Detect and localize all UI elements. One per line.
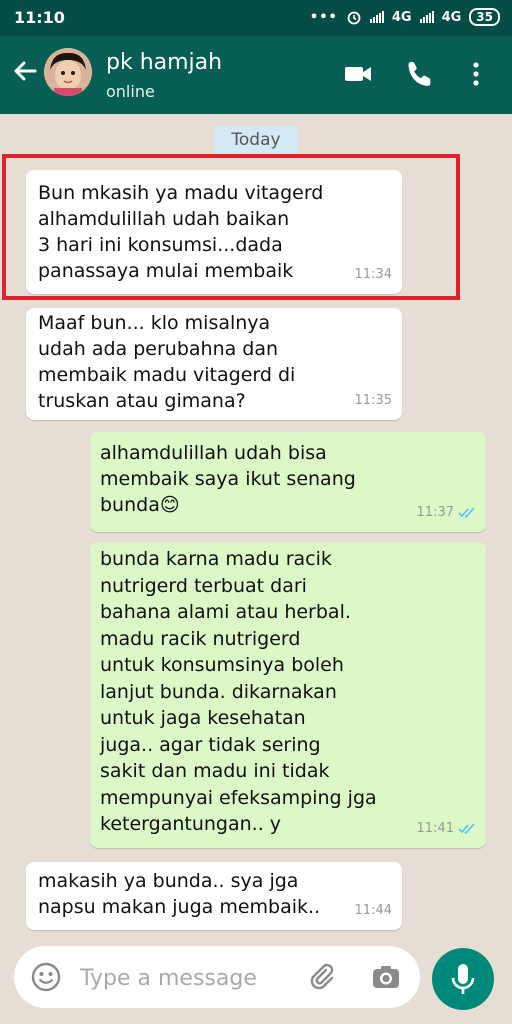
message-text: bunda karna madu racik nutrigerd terbuat…	[100, 548, 377, 835]
mic-icon	[451, 964, 475, 994]
message-text: Maaf bun... klo misalnya udah ada peruba…	[38, 312, 296, 412]
status-bar: 11:10 ••• 4G 4G 35	[0, 0, 512, 36]
attach-icon[interactable]	[306, 961, 338, 993]
status-indicators: ••• 4G 4G 35	[310, 8, 500, 26]
message-text: Bun mkasih ya madu vitagerd alhamdulilla…	[38, 182, 324, 282]
contact-status: online	[106, 82, 155, 101]
message-meta: 11:44	[355, 898, 392, 924]
mic-button[interactable]	[432, 948, 494, 1010]
notification-dots-icon: •••	[309, 9, 338, 25]
signal-icon	[369, 11, 384, 23]
message-time: 11:37	[416, 505, 454, 520]
back-arrow-icon[interactable]	[10, 56, 40, 86]
message-time: 11:44	[354, 903, 392, 918]
date-divider: Today	[214, 126, 298, 154]
more-vert-icon[interactable]	[460, 58, 492, 90]
avatar[interactable]	[44, 48, 92, 96]
message-time: 11:41	[416, 821, 454, 836]
message-time: 11:35	[354, 393, 392, 408]
message-input[interactable]	[78, 960, 302, 996]
read-ticks-icon	[458, 823, 475, 835]
message-meta: 11:34	[355, 262, 392, 288]
phone-icon[interactable]	[404, 58, 436, 90]
avatar-image	[44, 48, 92, 96]
chat-area[interactable]: Today Bun mkasih ya madu vitagerd alhamd…	[0, 114, 512, 934]
signal-icon-2	[419, 11, 434, 23]
status-time: 11:10	[14, 8, 65, 27]
message-bubble[interactable]: alhamdulillah udah bisa membaik saya iku…	[90, 432, 486, 532]
message-bubble[interactable]: Maaf bun... klo misalnya udah ada peruba…	[26, 308, 402, 420]
message-text: alhamdulillah udah bisa membaik saya iku…	[100, 442, 356, 516]
read-ticks-icon	[458, 507, 475, 519]
camera-icon[interactable]	[370, 961, 402, 993]
message-meta: 11:41	[417, 816, 476, 842]
message-meta: 11:35	[355, 388, 392, 414]
message-bubble[interactable]: bunda karna madu racik nutrigerd terbuat…	[90, 542, 486, 848]
message-time: 11:34	[354, 267, 392, 282]
contact-name[interactable]: pk hamjah	[106, 50, 222, 75]
message-composer	[14, 946, 420, 1008]
message-text: makasih ya bunda.. sya jga napsu makan j…	[38, 870, 321, 918]
battery-icon: 35	[469, 8, 500, 26]
alarm-icon	[347, 11, 361, 25]
message-meta: 11:37	[417, 500, 476, 526]
network-type-2: 4G	[441, 9, 462, 25]
message-bubble[interactable]: makasih ya bunda.. sya jga napsu makan j…	[26, 862, 402, 930]
video-call-icon[interactable]	[342, 58, 374, 90]
network-type-1: 4G	[391, 9, 412, 25]
emoji-icon[interactable]	[30, 961, 62, 993]
chat-header: pk hamjah online	[0, 36, 512, 114]
message-bubble[interactable]: Bun mkasih ya madu vitagerd alhamdulilla…	[26, 170, 402, 294]
